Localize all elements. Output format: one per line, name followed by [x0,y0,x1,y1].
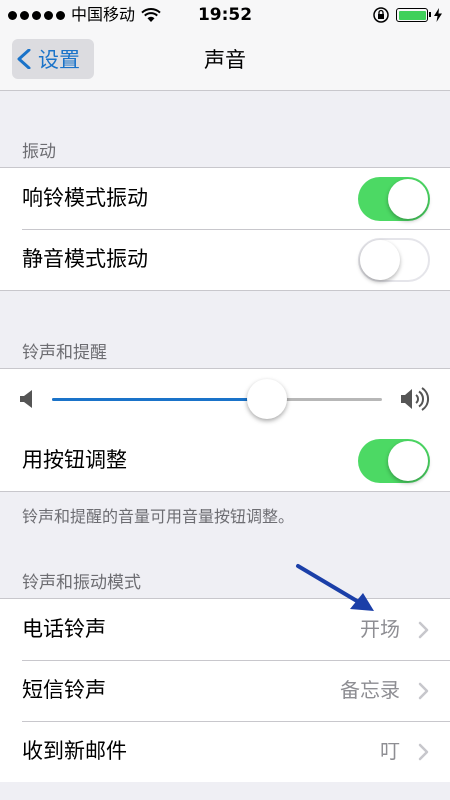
back-button-label: 设置 [38,48,80,72]
row-label: 用按钮调整 [22,448,127,472]
chevron-right-icon [418,682,429,700]
charging-icon [434,8,442,22]
volume-slider-fill [52,398,267,401]
row-label: 静音模式振动 [22,247,148,271]
row-label: 收到新邮件 [22,739,127,763]
ringer-group: 用按钮调整 [0,368,450,492]
status-right [372,6,442,24]
row-silent-vibrate: 静音模式振动 [0,229,450,290]
row-new-mail[interactable]: 收到新邮件 叮 [0,721,450,782]
section-header-patterns: 铃声和振动模式 [22,573,141,593]
row-label: 短信铃声 [22,678,106,702]
status-bar: 中国移动 19:52 [0,0,450,30]
patterns-group: 电话铃声 开场 短信铃声 备忘录 收到新邮件 叮 [0,598,450,782]
row-value: 叮 [380,739,400,763]
row-ringtone[interactable]: 电话铃声 开场 [0,599,450,660]
section-header-ringer: 铃声和提醒 [22,343,107,363]
ring-vibrate-toggle[interactable] [358,177,430,221]
chevron-right-icon [418,621,429,639]
vibration-group: 响铃模式振动 静音模式振动 [0,167,450,291]
annotation-arrow-icon [296,564,374,611]
row-label: 电话铃声 [22,617,106,641]
battery-icon [396,8,431,22]
volume-slider-thumb[interactable] [246,379,287,419]
orientation-lock-icon [373,7,389,23]
row-ring-vibrate: 响铃模式振动 [0,168,450,229]
row-value: 备忘录 [340,678,400,702]
ringer-footer-note: 铃声和提醒的音量可用音量按钮调整。 [22,507,295,526]
row-text-tone[interactable]: 短信铃声 备忘录 [0,660,450,721]
volume-slider[interactable] [52,379,382,419]
volume-high-icon [401,387,429,411]
change-with-buttons-toggle[interactable] [358,439,430,483]
back-button[interactable]: 设置 [12,39,94,79]
section-header-vibration: 振动 [22,142,56,162]
chevron-right-icon [418,743,429,761]
volume-slider-row [0,369,450,430]
row-change-with-buttons: 用按钮调整 [0,430,450,491]
navigation-bar: 声音 设置 [0,30,450,91]
silent-vibrate-toggle[interactable] [358,238,430,282]
volume-low-icon [20,390,32,408]
row-label: 响铃模式振动 [22,186,148,210]
chevron-left-icon [17,49,31,69]
